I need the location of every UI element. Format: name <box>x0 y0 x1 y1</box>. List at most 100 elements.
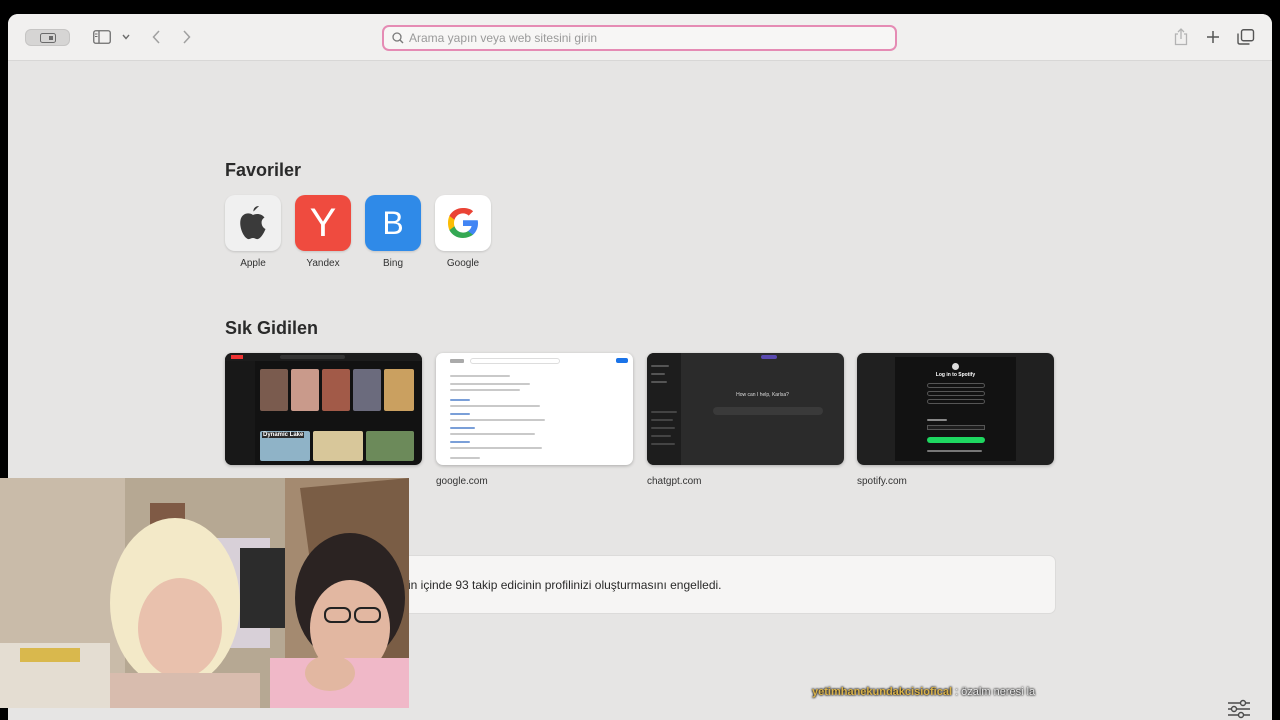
thumb-line <box>450 447 542 449</box>
yandex-logo-icon: Y <box>309 200 337 245</box>
thumb-line <box>651 411 677 413</box>
thumb-search <box>470 358 560 364</box>
favorite-apple[interactable]: Apple <box>225 195 281 269</box>
sidebar-menu-button[interactable] <box>120 26 132 48</box>
thumb-line <box>651 381 667 383</box>
share-button[interactable] <box>1172 26 1190 48</box>
favorites-title: Favoriler <box>225 160 302 180</box>
thumb-line <box>450 457 480 459</box>
back-button[interactable] <box>149 26 163 48</box>
thumb-line <box>651 373 665 375</box>
yandex-tile: Y <box>295 195 351 251</box>
favorite-label: Apple <box>240 258 266 269</box>
google-small-logo-icon <box>450 359 464 363</box>
video-thumb <box>322 369 350 411</box>
frequent-title: Sık Gidilen <box>225 318 319 338</box>
thumb-line <box>450 399 470 401</box>
thumb-line <box>450 419 545 421</box>
chevron-left-icon <box>152 30 160 44</box>
favorite-bing[interactable]: B Bing <box>365 195 421 269</box>
toolbar <box>8 14 1272 61</box>
sidebar-toggle-button[interactable] <box>92 26 112 48</box>
thumb-badge <box>761 355 777 359</box>
sidebar-icon <box>93 30 111 44</box>
thumb-line <box>450 389 520 391</box>
spotify-heading: Log in to Spotify <box>935 372 976 378</box>
thumb-input <box>927 425 985 430</box>
chatgpt-prompt: How can I help, Karlsa? <box>736 392 789 398</box>
tab-overview-icon <box>39 32 56 43</box>
tab-overview-button[interactable] <box>25 29 70 46</box>
google-tile <box>435 195 491 251</box>
spotify-card: Log in to Spotify <box>895 357 1016 461</box>
thumb-line <box>450 427 475 429</box>
frequent-label: spotify.com <box>857 476 907 487</box>
thumb-signin <box>616 358 628 363</box>
video-thumb <box>384 369 414 411</box>
share-icon <box>1174 28 1188 46</box>
favorite-google[interactable]: Google <box>435 195 491 269</box>
spotify-logo-icon <box>952 363 959 370</box>
thumb-line <box>651 365 669 367</box>
favorite-label: Google <box>446 258 480 269</box>
favorite-label: Yandex <box>306 258 340 269</box>
address-input[interactable] <box>409 31 889 45</box>
thumb-line <box>450 441 470 443</box>
video-title: Dynamic Lake <box>262 432 305 438</box>
search-icon <box>392 32 404 44</box>
favorite-yandex[interactable]: Y Yandex <box>295 195 351 269</box>
thumb-button <box>927 399 985 404</box>
thumb-continue <box>927 437 985 443</box>
thumb-sidebar <box>225 361 255 465</box>
sliders-icon <box>1228 699 1250 719</box>
google-logo-icon <box>448 208 478 238</box>
video-thumb <box>313 431 363 461</box>
thumb-line <box>651 435 671 437</box>
privacy-report-text: in içinde 93 takip edicinin profilinizi … <box>408 577 722 592</box>
thumb-line <box>927 450 982 452</box>
show-all-tabs-button[interactable] <box>1236 26 1256 48</box>
frequent-tile-youtube[interactable]: Dynamic Lake <box>225 353 422 465</box>
apple-logo-icon <box>240 206 266 240</box>
bing-logo-icon: B <box>382 204 404 241</box>
frequent-tile-chatgpt[interactable]: How can I help, Karlsa? <box>647 353 844 465</box>
thumb-line <box>450 433 535 435</box>
screen: Favoriler Apple Y Yandex B Bing <box>0 0 1280 720</box>
thumb-search <box>280 355 345 359</box>
apple-tile <box>225 195 281 251</box>
chevron-right-icon <box>183 30 191 44</box>
video-thumb <box>291 369 319 411</box>
new-tab-button[interactable] <box>1204 26 1222 48</box>
video-thumb <box>366 431 414 461</box>
thumb-line <box>450 375 510 377</box>
thumb-line <box>450 413 470 415</box>
webcam-overlay <box>0 478 409 708</box>
chat-text: : özalm neresi la <box>955 686 1036 698</box>
tabs-icon <box>1237 29 1255 45</box>
video-thumb <box>353 369 381 411</box>
forward-button[interactable] <box>180 26 194 48</box>
thumb-line <box>651 443 675 445</box>
thumb-sidebar <box>647 353 681 465</box>
youtube-logo-icon <box>231 355 243 359</box>
thumb-button <box>927 391 985 396</box>
thumb-line <box>651 419 673 421</box>
thumb-line <box>450 383 530 385</box>
thumb-line <box>450 405 540 407</box>
frequent-tile-google[interactable] <box>436 353 633 465</box>
address-bar[interactable] <box>382 25 897 51</box>
thumb-line <box>651 427 675 429</box>
favorite-label: Bing <box>382 258 403 269</box>
plus-icon <box>1207 31 1219 43</box>
customize-start-page-button[interactable] <box>1227 699 1251 719</box>
chevron-down-icon <box>122 34 130 40</box>
chat-username: yetimhanekundakcisiofical <box>812 686 952 698</box>
thumb-header <box>225 353 422 361</box>
thumb-line <box>927 419 947 421</box>
webcam-scene <box>0 478 409 708</box>
frequent-label: google.com <box>436 476 488 487</box>
thumb-input <box>713 407 823 415</box>
frequent-label: chatgpt.com <box>647 476 702 487</box>
frequent-tile-spotify[interactable]: Log in to Spotify <box>857 353 1054 465</box>
bing-tile: B <box>365 195 421 251</box>
